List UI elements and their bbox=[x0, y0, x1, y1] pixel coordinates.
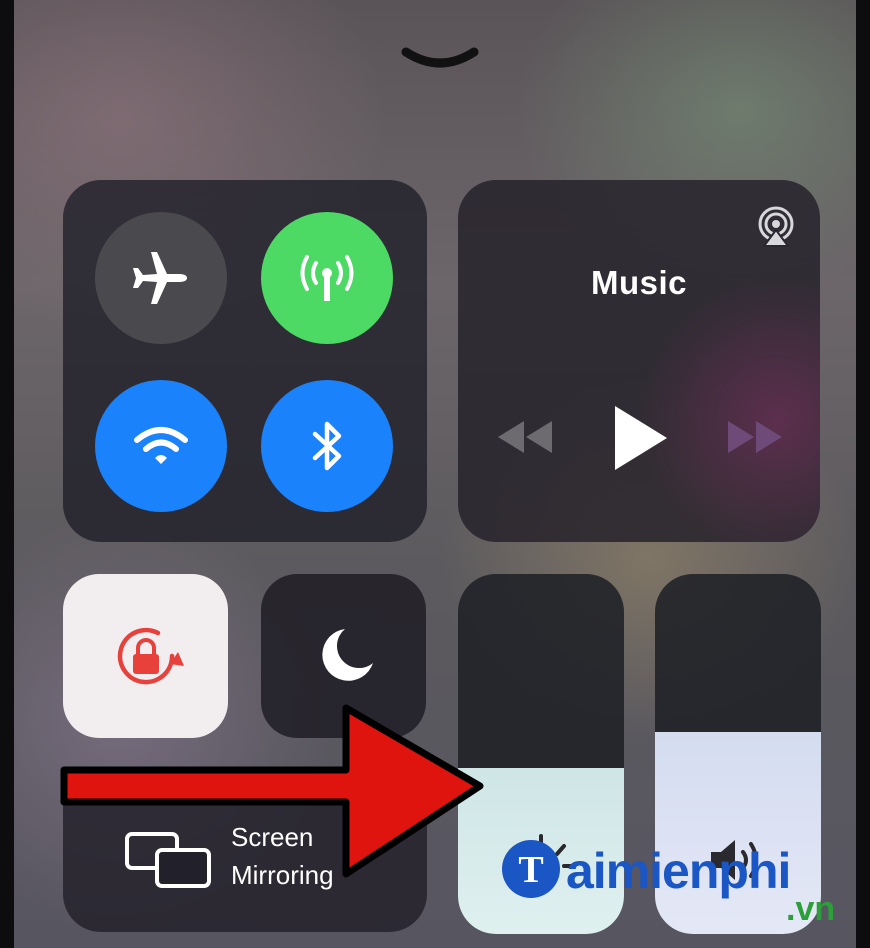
music-panel[interactable]: Music bbox=[458, 180, 820, 542]
rewind-button[interactable] bbox=[494, 412, 556, 462]
screen-mirroring-icon bbox=[125, 832, 211, 888]
airplane-mode-button[interactable] bbox=[95, 212, 227, 344]
watermark-domain: .vn bbox=[786, 890, 836, 928]
bluetooth-button[interactable] bbox=[261, 380, 393, 512]
cellular-data-button[interactable] bbox=[261, 212, 393, 344]
rewind-icon bbox=[498, 421, 552, 453]
watermark-brand: aimienphi bbox=[566, 843, 791, 899]
screen-frame-right bbox=[856, 0, 870, 948]
watermark: T aimienphi .vn bbox=[500, 838, 860, 938]
orientation-lock-button[interactable] bbox=[63, 574, 228, 738]
cellular-antenna-icon bbox=[300, 255, 354, 301]
fast-forward-button[interactable] bbox=[724, 412, 786, 462]
svg-text:T: T bbox=[518, 849, 543, 891]
do-not-disturb-button[interactable] bbox=[261, 574, 426, 738]
play-icon bbox=[615, 406, 667, 470]
airplane-icon bbox=[133, 252, 187, 304]
screen-mirroring-label: Screen Mirroring bbox=[231, 818, 334, 894]
airplay-icon[interactable] bbox=[754, 204, 798, 248]
play-button[interactable] bbox=[604, 398, 676, 478]
screen-mirroring-button[interactable]: Screen Mirroring bbox=[63, 770, 427, 932]
music-title: Music bbox=[590, 264, 688, 301]
chevron-down-icon[interactable] bbox=[398, 40, 482, 76]
taimienphi-logo-icon: T bbox=[502, 840, 560, 898]
screen-mirroring-label-line2: Mirroring bbox=[231, 860, 334, 890]
screen-frame-left bbox=[0, 0, 14, 948]
wifi-icon bbox=[134, 427, 188, 464]
bluetooth-icon bbox=[312, 421, 342, 471]
screen-mirroring-label-line1: Screen bbox=[231, 822, 314, 852]
wifi-button[interactable] bbox=[95, 380, 227, 512]
rotation-lock-icon bbox=[117, 627, 184, 685]
connectivity-panel bbox=[63, 180, 427, 542]
fast-forward-icon bbox=[728, 421, 782, 453]
moon-icon bbox=[321, 629, 373, 681]
